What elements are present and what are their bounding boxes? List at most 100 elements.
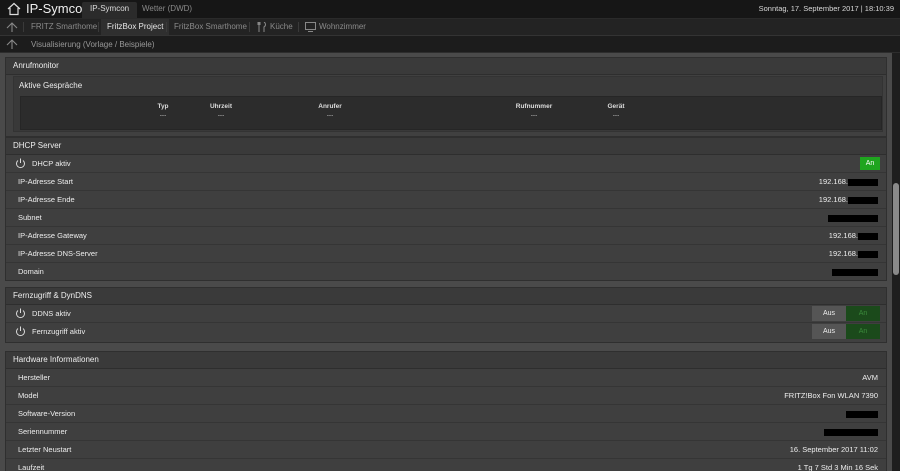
dhcp-row-value-wrap — [828, 209, 878, 226]
calls-value: --- — [530, 112, 538, 119]
redaction-block — [832, 268, 878, 276]
hardware-row-value: 16. September 2017 11:02 — [789, 445, 878, 454]
main-content: Anrufmonitor Aktive Gespräche Typ --- Uh… — [0, 53, 892, 471]
dhcp-row: IP-Adresse Ende 192.168. — [6, 191, 886, 209]
dhcp-row-label: Domain — [18, 267, 44, 276]
calls-header: Gerät — [607, 103, 625, 110]
calls-value: --- — [612, 112, 620, 119]
fernzugriff-panel: Fernzugriff & DynDNS DDNS aktiv Aus An F… — [5, 287, 887, 343]
calls-col-rufnummer: Rufnummer --- — [515, 103, 553, 119]
hardware-panel: Hardware Informationen Hersteller AVM Mo… — [5, 351, 887, 471]
power-icon — [16, 326, 25, 337]
scrollbar[interactable] — [892, 53, 900, 471]
dhcp-row-value: 192.168. — [818, 177, 848, 186]
nav-divider — [298, 22, 299, 32]
home-icon[interactable] — [7, 2, 21, 16]
hardware-row: Model FRITZ!Box Fon WLAN 7390 — [6, 387, 886, 405]
active-calls-title: Aktive Gespräche — [19, 81, 83, 90]
hardware-row-value: AVM — [862, 373, 878, 382]
dhcp-row: Domain — [6, 263, 886, 280]
nav-item-wohnzimmer[interactable]: Wohnzimmer — [319, 19, 366, 35]
calls-header: Rufnummer — [515, 103, 553, 110]
app-brand: IP-Symcon — [26, 1, 90, 16]
calls-col-typ: Typ --- — [153, 103, 173, 119]
calls-value: --- — [159, 112, 167, 119]
calls-header: Anrufer — [318, 103, 342, 110]
hardware-row-value: FRITZ!Box Fon WLAN 7390 — [784, 391, 878, 400]
power-icon — [16, 308, 25, 319]
dhcp-row-label: IP-Adresse Gateway — [18, 231, 87, 240]
dhcp-on-button[interactable]: An — [860, 157, 880, 170]
nav-divider — [98, 22, 99, 32]
dhcp-row-value: 192.168. — [828, 249, 858, 258]
dhcp-aktiv-row: DHCP aktiv An — [6, 155, 886, 173]
hardware-row: Hersteller AVM — [6, 369, 886, 387]
calls-value: --- — [326, 112, 334, 119]
dhcp-row-value-wrap — [832, 263, 878, 280]
dhcp-row-value-wrap: 192.168. — [819, 191, 878, 208]
hardware-title: Hardware Informationen — [6, 352, 886, 369]
dhcp-row: IP-Adresse DNS-Server 192.168. — [6, 245, 886, 263]
hardware-row-label: Software-Version — [18, 409, 76, 418]
tab-wetter[interactable]: Wetter (DWD) — [134, 2, 200, 18]
redaction-block — [828, 214, 878, 222]
redaction-block — [846, 410, 878, 418]
ddns-on-button[interactable]: An — [846, 306, 880, 321]
dhcp-row-value: 192.168. — [828, 231, 858, 240]
nav-item-fritz-smarthome[interactable]: FRITZ Smarthome — [31, 19, 97, 35]
tab-ip-symcon[interactable]: IP-Symcon — [82, 2, 138, 18]
nav-item-kueche[interactable]: Küche — [270, 19, 293, 35]
fernzugriff-label: Fernzugriff aktiv — [32, 327, 86, 336]
hardware-row-value-wrap — [824, 423, 878, 440]
dhcp-aktiv-label: DHCP aktiv — [32, 159, 71, 168]
redaction-block — [858, 250, 878, 258]
dhcp-row-value-wrap: 192.168. — [829, 227, 878, 244]
hardware-row: Seriennummer — [6, 423, 886, 441]
hardware-row-value-wrap — [846, 405, 878, 422]
redaction-block — [858, 232, 878, 240]
hardware-row: Laufzeit 1 Tg 7 Std 3 Min 16 Sek — [6, 459, 886, 471]
hardware-row-label: Letzter Neustart — [18, 445, 72, 454]
ddns-row: DDNS aktiv Aus An — [6, 305, 886, 323]
hardware-row-label: Laufzeit — [18, 463, 45, 471]
calls-value: --- — [217, 112, 225, 119]
dhcp-row-label: IP-Adresse DNS-Server — [18, 249, 98, 258]
up-arrow-icon[interactable] — [6, 21, 18, 33]
dhcp-row-value: 192.168. — [818, 195, 848, 204]
ddns-off-button[interactable]: Aus — [812, 306, 846, 321]
fernzugriff-on-button[interactable]: An — [846, 324, 880, 339]
calls-header: Typ — [157, 103, 169, 110]
calls-col-geraet: Gerät --- — [605, 103, 627, 119]
nav-divider — [23, 22, 24, 32]
nav-item-fritzbox-project[interactable]: FritzBox Project — [101, 19, 170, 35]
calls-col-uhrzeit: Uhrzeit --- — [207, 103, 235, 119]
ddns-toggle: Aus An — [812, 306, 880, 321]
dhcp-row-label: IP-Adresse Ende — [18, 195, 75, 204]
redaction-block — [824, 428, 878, 436]
fernzugriff-title: Fernzugriff & DynDNS — [6, 288, 886, 305]
nav-divider — [166, 22, 167, 32]
fernzugriff-off-button[interactable]: Aus — [812, 324, 846, 339]
dhcp-row-value-wrap: 192.168. — [819, 173, 878, 190]
hardware-row-label: Model — [18, 391, 39, 400]
scrollbar-thumb[interactable] — [893, 183, 899, 275]
nav-divider — [249, 22, 250, 32]
fork-knife-icon — [257, 22, 266, 32]
dhcp-row-label: Subnet — [18, 213, 42, 222]
calls-table: Typ --- Uhrzeit --- Anrufer --- Rufnumme… — [20, 96, 882, 130]
up-arrow-icon[interactable] — [6, 38, 18, 50]
sub-nav-item-visualisierung[interactable]: Visualisierung (Vorlage / Beispiele) — [31, 40, 154, 49]
category-nav: FRITZ Smarthome FritzBox Project FritzBo… — [0, 19, 900, 36]
top-bar: IP-Symcon IP-Symcon Wetter (DWD) Sonntag… — [0, 0, 900, 19]
power-icon — [16, 158, 25, 169]
dhcp-row: IP-Adresse Start 192.168. — [6, 173, 886, 191]
nav-item-fritzbox-smarthome[interactable]: FritzBox Smarthome — [174, 19, 247, 35]
anrufmonitor-panel: Anrufmonitor Aktive Gespräche Typ --- Uh… — [5, 57, 887, 137]
dhcp-row: IP-Adresse Gateway 192.168. — [6, 227, 886, 245]
hardware-row: Letzter Neustart 16. September 2017 11:0… — [6, 441, 886, 459]
ddns-label: DDNS aktiv — [32, 309, 71, 318]
hardware-row-value: 1 Tg 7 Std 3 Min 16 Sek — [797, 463, 878, 471]
redaction-block — [848, 178, 878, 186]
hardware-row-label: Hersteller — [18, 373, 51, 382]
datetime-display: Sonntag, 17. September 2017 | 18:10:39 — [758, 4, 894, 13]
